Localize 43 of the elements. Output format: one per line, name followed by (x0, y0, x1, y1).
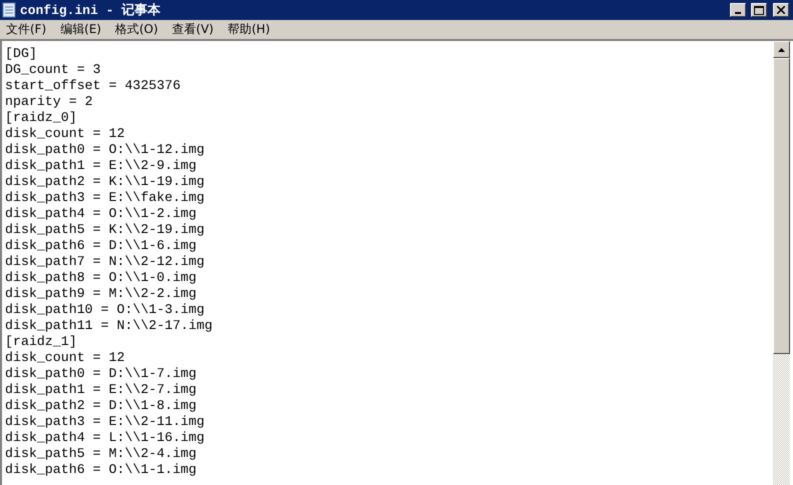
minimize-button[interactable] (730, 3, 746, 17)
window-title: config.ini - 记事本 (20, 2, 160, 19)
text-line: disk_path3 = E:\\2-11.img (5, 414, 204, 430)
scrollbar[interactable] (773, 41, 790, 485)
document-icon (2, 2, 16, 18)
text-line: disk_path4 = L:\\1-16.img (5, 430, 204, 446)
scroll-thumb[interactable] (773, 58, 790, 354)
text-line: [DG] (5, 46, 37, 62)
up-arrow-icon (778, 48, 785, 52)
text-line: disk_path4 = O:\\1-2.img (5, 206, 197, 222)
text-line: disk_path5 = K:\\2-19.img (5, 222, 204, 238)
menu-item[interactable]: 文件(F) (6, 21, 46, 38)
text-line: disk_count = 12 (5, 350, 125, 366)
text-line: disk_count = 12 (5, 126, 125, 142)
text-line: disk_path8 = O:\\1-0.img (5, 270, 197, 286)
text-line: disk_path1 = E:\\2-9.img (5, 158, 197, 174)
text-line: disk_path3 = E:\\fake.img (5, 190, 204, 206)
text-line: disk_path5 = M:\\2-4.img (5, 446, 197, 462)
scroll-up-button[interactable] (773, 41, 790, 58)
text-line: disk_path6 = D:\\1-6.img (5, 238, 197, 254)
menu-item[interactable]: 查看(V) (172, 21, 214, 38)
text-line: disk_path2 = K:\\1-19.img (5, 174, 204, 190)
text-line: disk_path2 = D:\\1-8.img (5, 398, 197, 414)
maximize-icon (754, 6, 764, 14)
text-line: disk_path10 = O:\\1-3.img (5, 302, 204, 318)
text-line: disk_path9 = M:\\2-2.img (5, 286, 197, 302)
text-line: disk_path1 = E:\\2-7.img (5, 382, 197, 398)
text-line: disk_path11 = N:\\2-17.img (5, 318, 212, 334)
close-button[interactable] (773, 3, 789, 17)
menu-item[interactable]: 格式(O) (115, 21, 158, 38)
text-line: disk_path0 = O:\\1-12.img (5, 142, 204, 158)
text-line: disk_path7 = N:\\2-12.img (5, 254, 204, 270)
text-line: disk_path0 = D:\\1-7.img (5, 366, 197, 382)
menu-item[interactable]: 帮助(H) (228, 21, 270, 38)
text-line: disk_path6 = O:\\1-1.img (5, 462, 197, 478)
menu-item[interactable]: 编辑(E) (60, 21, 102, 38)
close-icon (777, 6, 785, 14)
text-line: start_offset = 4325376 (5, 78, 181, 94)
text-line: [raidz_1] (5, 334, 77, 350)
text-line: [raidz_0] (5, 110, 77, 126)
text-line: DG_count = 3 (5, 62, 101, 78)
maximize-button[interactable] (751, 3, 767, 17)
text-line: nparity = 2 (5, 94, 93, 110)
